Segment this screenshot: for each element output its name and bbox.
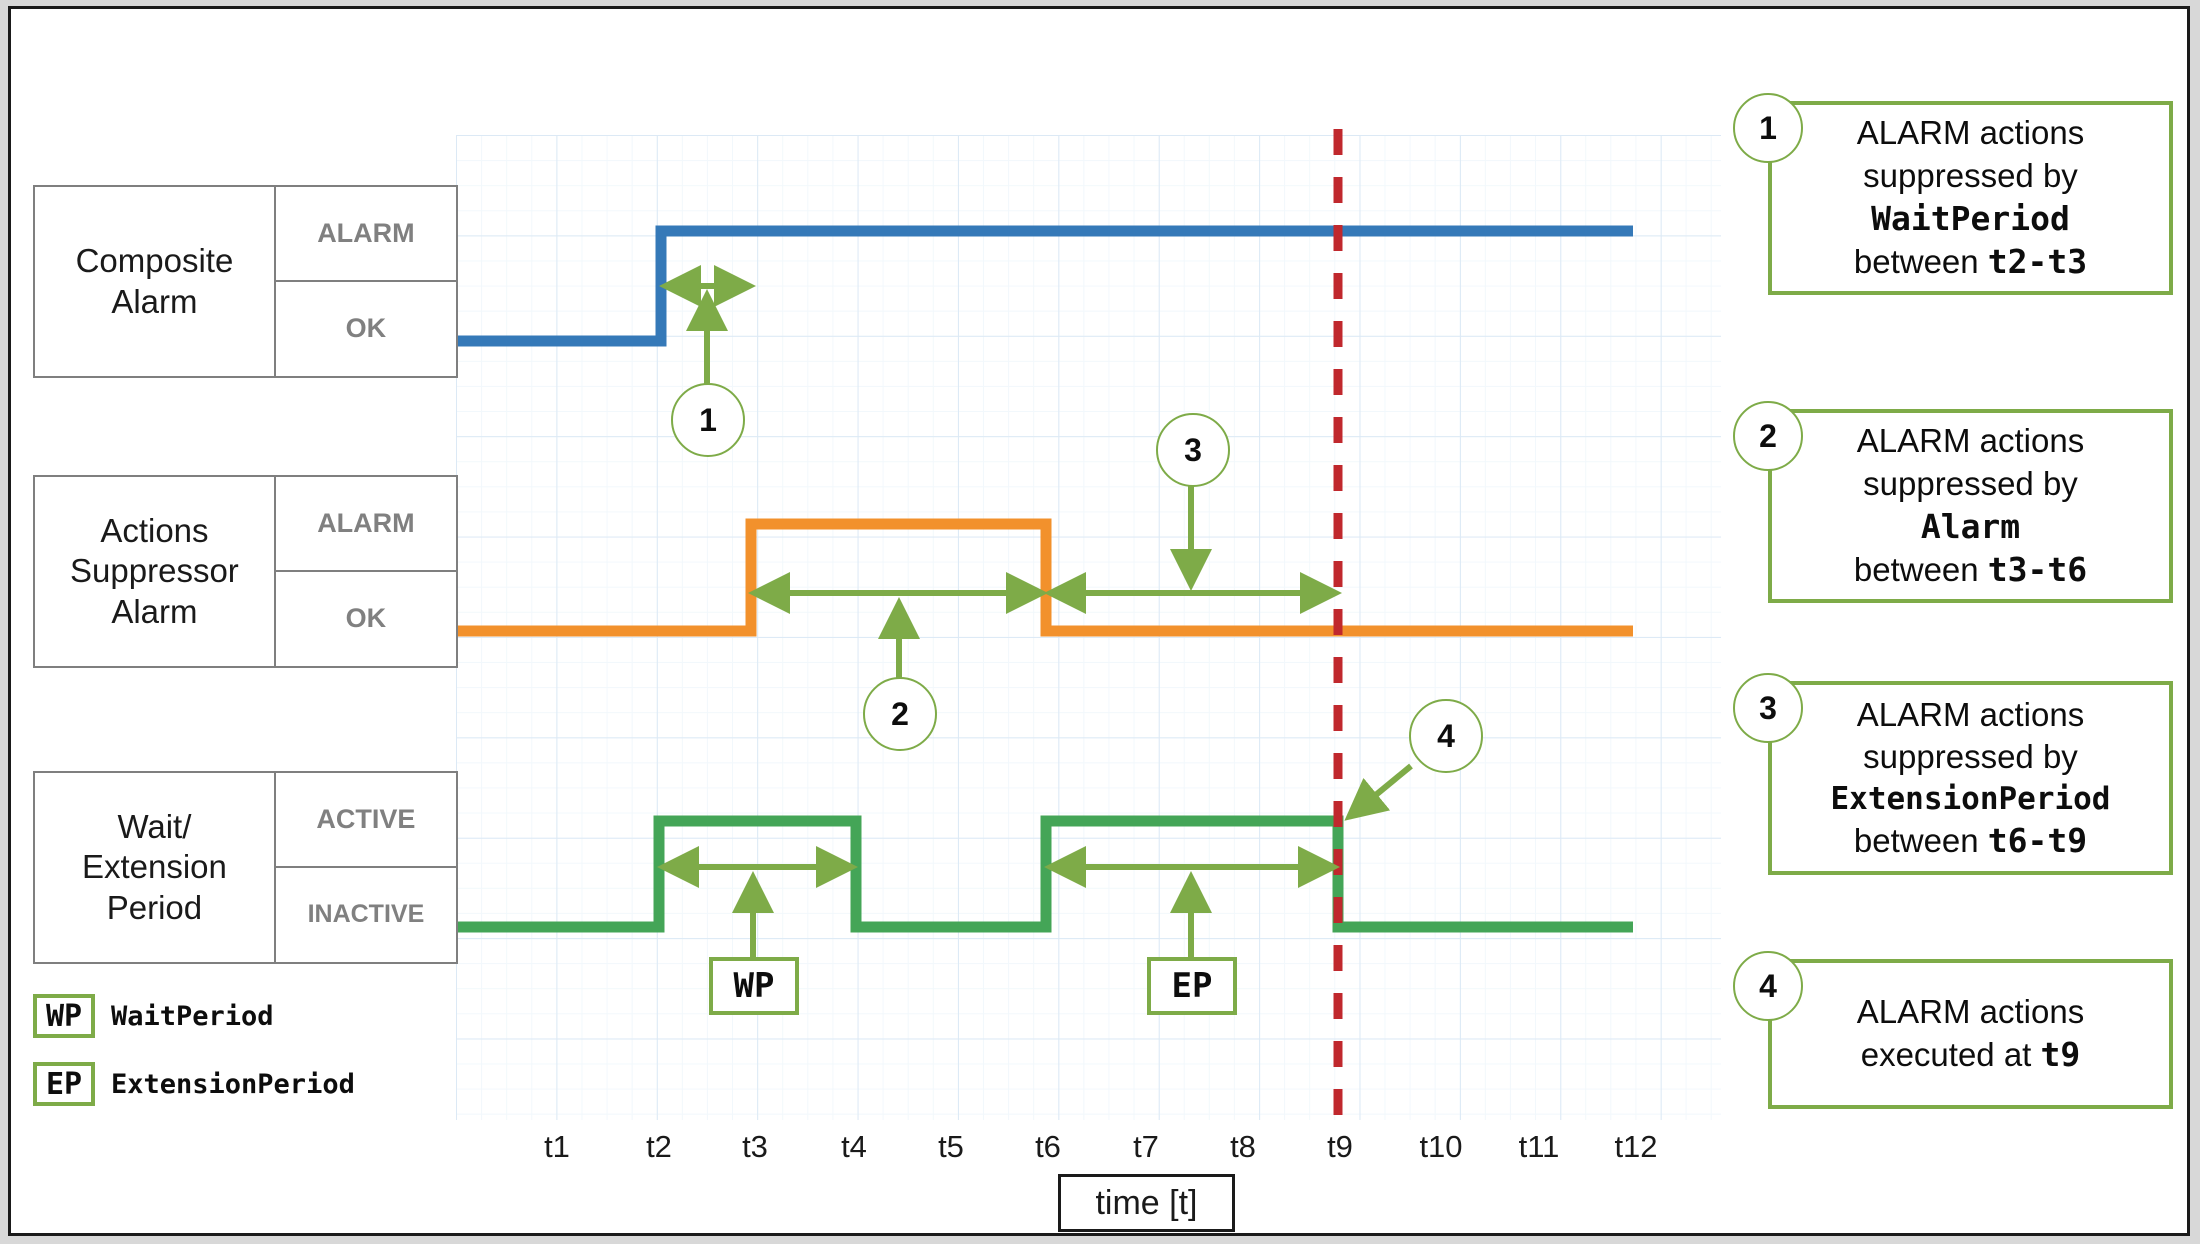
callout-tail-range: t2-t3 — [1987, 241, 2088, 281]
callout-line: suppressed by — [1863, 465, 2078, 503]
callout-marker-4[interactable]: 4 — [1409, 699, 1483, 773]
callout-marker-1[interactable]: 1 — [671, 383, 745, 457]
state-box-composite-alarm: Composite Alarm ALARM OK — [33, 185, 458, 378]
state-value-low: INACTIVE — [307, 900, 425, 929]
callout-tail-prefix: between — [1853, 550, 1988, 588]
callout-tail: executed at t9 — [1861, 1034, 2081, 1077]
state-value-high: ACTIVE — [275, 773, 456, 868]
callout-line: suppressed by — [1863, 157, 2078, 195]
plot-grid — [456, 135, 1721, 1120]
state-label-text: Wait/ Extension Period — [81, 808, 227, 926]
callout-line: ALARM actions — [1856, 422, 2085, 460]
axis-tick-t6: t6 — [1035, 1129, 1061, 1164]
callout-badge-2[interactable]: 2 — [1733, 401, 1803, 471]
callout-tail-range: t3-t6 — [1987, 549, 2088, 589]
state-label-text: Composite Alarm — [75, 242, 234, 320]
callout-box-4: ALARM actions executed at t9 — [1768, 959, 2173, 1109]
callout-keyword: ExtensionPeriod — [1830, 781, 2111, 818]
callout-line: ALARM actions — [1856, 993, 2085, 1031]
state-box-actions-suppressor: Actions Suppressor Alarm ALARM OK — [33, 475, 458, 668]
state-value-high: ALARM — [275, 477, 456, 572]
legend-row-extensionperiod: EP ExtensionPeriod — [33, 1062, 355, 1106]
axis-tick-t12: t12 — [1614, 1129, 1658, 1164]
axis-tick-t3: t3 — [742, 1129, 768, 1164]
callout-tail-range: t6-t9 — [1987, 820, 2088, 860]
state-value-high: ALARM — [275, 187, 456, 282]
callout-box-2: ALARM actions suppressed by Alarm betwee… — [1768, 409, 2173, 603]
callout-tail: between t3-t6 — [1854, 549, 2087, 592]
state-values-suppressor: ALARM OK — [273, 477, 456, 666]
axis-tick-t10: t10 — [1419, 1129, 1463, 1164]
callout-tail-prefix: between — [1853, 821, 1988, 859]
callout-box-1: ALARM actions suppressed by WaitPeriod b… — [1768, 101, 2173, 295]
state-box-label-suppressor: Actions Suppressor Alarm — [35, 477, 274, 666]
callout-keyword: WaitPeriod — [1871, 199, 2070, 238]
callout-tail-prefix: between — [1853, 242, 1988, 280]
callout-badge-4[interactable]: 4 — [1733, 951, 1803, 1021]
legend-row-waitperiod: WP WaitPeriod — [33, 994, 274, 1038]
callout-tail: between t6-t9 — [1854, 820, 2087, 863]
axis-label: time [t] — [1058, 1174, 1235, 1232]
callout-tail-range: t9 — [2040, 1035, 2081, 1074]
diagram-canvas: Composite Alarm ALARM OK Actions Suppres… — [8, 6, 2190, 1236]
legend-tag-ep: EP — [33, 1062, 95, 1106]
callout-keyword: Alarm — [1920, 507, 2021, 546]
legend-tag-wp: WP — [33, 994, 95, 1038]
state-values-wait-extension: ACTIVE INACTIVE — [273, 773, 456, 962]
axis-tick-t11: t11 — [1518, 1129, 1560, 1164]
axis-tick-t7: t7 — [1133, 1129, 1159, 1164]
legend-text-wp: WaitPeriod — [111, 1000, 274, 1032]
callout-line: ALARM actions — [1856, 114, 2085, 152]
callout-tail-prefix: executed at — [1860, 1036, 2041, 1073]
axis-tick-t4: t4 — [841, 1129, 867, 1164]
axis-tick-t5: t5 — [938, 1129, 964, 1164]
callout-line: suppressed by — [1863, 738, 2078, 776]
axis-tick-t1: t1 — [544, 1129, 570, 1164]
callout-marker-3[interactable]: 3 — [1156, 413, 1230, 487]
axis-tick-t8: t8 — [1230, 1129, 1256, 1164]
state-value-low: OK — [345, 603, 387, 634]
axis-tick-t2: t2 — [646, 1129, 672, 1164]
state-label-text: Actions Suppressor Alarm — [70, 512, 239, 630]
state-values-composite: ALARM OK — [273, 187, 456, 376]
state-value-low: OK — [345, 313, 387, 344]
wp-tag: WP — [709, 957, 799, 1015]
state-box-wait-extension: Wait/ Extension Period ACTIVE INACTIVE — [33, 771, 458, 964]
callout-badge-3[interactable]: 3 — [1733, 673, 1803, 743]
callout-box-3: ALARM actions suppressed by ExtensionPer… — [1768, 681, 2173, 875]
state-box-label-composite: Composite Alarm — [35, 187, 274, 376]
callout-line: ALARM actions — [1856, 695, 2085, 733]
state-box-label-wait-extension: Wait/ Extension Period — [35, 773, 274, 962]
legend-text-ep: ExtensionPeriod — [111, 1068, 355, 1100]
callout-tail: between t2-t3 — [1854, 241, 2087, 284]
callout-badge-1[interactable]: 1 — [1733, 93, 1803, 163]
axis-tick-t9: t9 — [1327, 1129, 1353, 1164]
callout-marker-2[interactable]: 2 — [863, 677, 937, 751]
ep-tag: EP — [1147, 957, 1237, 1015]
